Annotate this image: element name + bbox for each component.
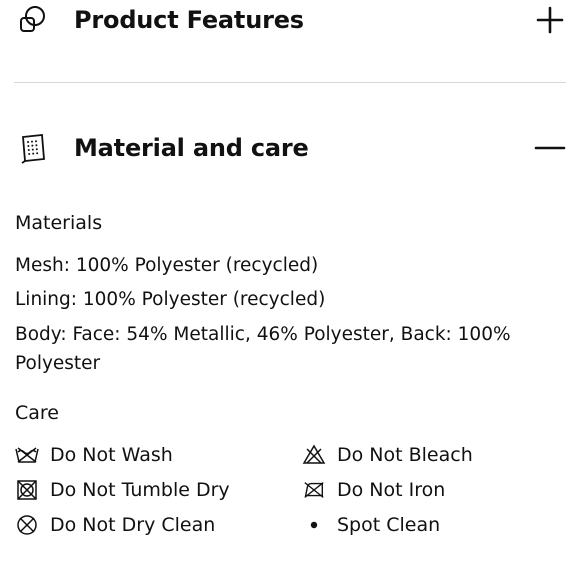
material-and-care-header[interactable]: Material and care [16,130,566,166]
care-item-do-not-wash: Do Not Wash [15,440,173,470]
do-not-tumble-dry-icon [15,478,39,502]
materials-heading: Materials [15,212,103,234]
do-not-bleach-icon [302,443,326,467]
care-label: Do Not Tumble Dry [50,479,230,501]
care-label: Do Not Wash [50,444,173,466]
fabric-swatch-icon [16,131,50,165]
material-and-care-title: Material and care [74,134,309,162]
care-label: Spot Clean [337,514,441,536]
product-features-header[interactable]: Product Features [16,2,566,38]
do-not-wash-icon [15,443,39,467]
collapse-icon[interactable] [534,132,566,164]
care-label: Do Not Iron [337,479,446,501]
care-label: Do Not Dry Clean [50,514,216,536]
bullet-icon [302,513,326,537]
material-line: Lining: 100% Polyester (recycled) [15,289,326,310]
expand-icon[interactable] [534,4,566,36]
material-line: Body: Face: 54% Metallic, 46% Polyester,… [15,324,511,345]
product-features-title: Product Features [74,6,304,34]
care-label: Do Not Bleach [337,444,473,466]
care-item-do-not-tumble-dry: Do Not Tumble Dry [15,475,230,505]
care-item-do-not-bleach: Do Not Bleach [302,440,473,470]
care-item-do-not-iron: Do Not Iron [302,475,445,505]
do-not-dry-clean-icon [15,513,39,537]
material-line: Polyester [15,353,101,374]
care-item-do-not-dry-clean: Do Not Dry Clean [15,510,215,540]
features-icon [16,3,50,37]
care-item-spot-clean: Spot Clean [302,510,440,540]
material-line: Mesh: 100% Polyester (recycled) [15,255,319,276]
section-divider [14,82,566,83]
do-not-iron-icon [302,478,326,502]
care-heading: Care [15,402,59,424]
